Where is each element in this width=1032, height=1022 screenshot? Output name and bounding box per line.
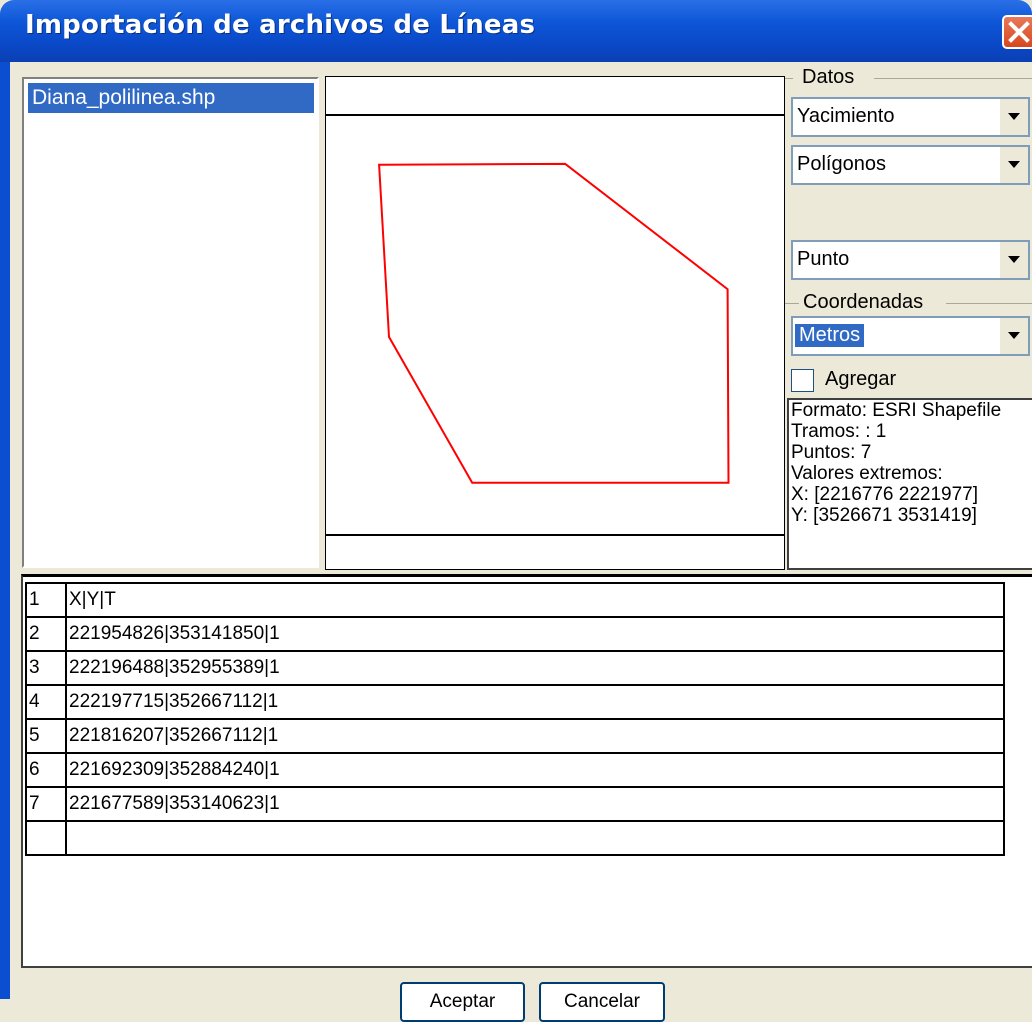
file-list-item[interactable]: Diana_polilinea.shp <box>28 83 314 113</box>
grid-table: 1 X|Y|T 2 221954826|353141850|1 3 222196488… <box>25 582 1005 856</box>
datos-group-line <box>785 78 793 79</box>
yacimiento-combo[interactable]: Yacimiento <box>791 97 1030 137</box>
cancelar-button[interactable]: Cancelar <box>539 982 665 1022</box>
row-number: 6 <box>25 752 67 788</box>
table-row[interactable]: 7 221677589|353140623|1 <box>25 786 1005 822</box>
shape-preview <box>325 76 785 570</box>
chevron-down-icon <box>1008 113 1020 120</box>
chevron-down-icon <box>1008 256 1020 263</box>
row-value[interactable]: 222197715|352667112|1 <box>65 684 1005 720</box>
info-x-range: X: [2216776 2221977] <box>791 484 979 505</box>
info-formato: Formato: ESRI Shapefile <box>791 400 1002 421</box>
row-number: 4 <box>25 684 67 720</box>
row-number: 3 <box>25 650 67 686</box>
coordenadas-combo[interactable]: Metros <box>791 316 1030 356</box>
table-row[interactable]: 4 222197715|352667112|1 <box>25 684 1005 720</box>
row-value[interactable]: 221954826|353141850|1 <box>65 616 1005 652</box>
row-number: 2 <box>25 616 67 652</box>
info-valores: Valores extremos: <box>791 463 943 484</box>
table-row[interactable]: 6 221692309|352884240|1 <box>25 752 1005 788</box>
row-value[interactable]: 221816207|352667112|1 <box>65 718 1005 754</box>
combo-value: Punto <box>797 248 850 270</box>
row-number <box>25 820 67 856</box>
datos-group-line-right <box>874 78 1032 79</box>
coordenadas-group-line-right <box>946 303 1032 304</box>
poligonos-combo[interactable]: Polígonos <box>791 145 1030 185</box>
info-y-range: Y: [3526671 3531419] <box>791 505 977 526</box>
close-button[interactable] <box>1002 15 1032 49</box>
row-value[interactable]: 221677589|353140623|1 <box>65 786 1005 822</box>
polygon-canvas <box>378 162 730 484</box>
coordenadas-group-line <box>785 303 799 304</box>
window-title: Importación de archivos de Líneas <box>25 10 536 40</box>
row-value[interactable]: X|Y|T <box>65 582 1005 618</box>
info-tramos: Tramos: : 1 <box>791 421 887 442</box>
row-number: 7 <box>25 786 67 822</box>
row-value[interactable] <box>65 820 1005 856</box>
table-row[interactable]: 2 221954826|353141850|1 <box>25 616 1005 652</box>
combo-dropdown-button[interactable] <box>998 318 1028 354</box>
table-row[interactable]: 5 221816207|352667112|1 <box>25 718 1005 754</box>
row-value[interactable]: 222196488|352955389|1 <box>65 650 1005 686</box>
aceptar-button[interactable]: Aceptar <box>400 982 525 1022</box>
agregar-label: Agregar <box>825 368 897 390</box>
punto-combo[interactable]: Punto <box>791 240 1030 280</box>
combo-dropdown-button[interactable] <box>998 242 1028 278</box>
combo-dropdown-button[interactable] <box>998 99 1028 135</box>
agregar-checkbox[interactable] <box>791 369 814 392</box>
table-row[interactable] <box>25 820 1005 856</box>
coordenadas-group-label: Coordenadas <box>801 291 926 314</box>
row-number: 5 <box>25 718 67 754</box>
datos-group-label: Datos <box>800 66 857 89</box>
info-box: Formato: ESRI Shapefile Tramos: : 1 Punt… <box>787 398 1032 570</box>
combo-value: Yacimiento <box>797 105 895 127</box>
table-row[interactable]: 3 222196488|352955389|1 <box>25 650 1005 686</box>
file-list[interactable]: Diana_polilinea.shp <box>22 77 319 568</box>
info-puntos: Puntos: 7 <box>791 442 872 463</box>
row-value[interactable]: 221692309|352884240|1 <box>65 752 1005 788</box>
close-icon <box>1008 21 1030 43</box>
chevron-down-icon <box>1008 161 1020 168</box>
chevron-down-icon <box>1008 332 1020 339</box>
window-frame-left <box>0 62 10 999</box>
combo-value: Metros <box>793 323 866 348</box>
data-grid[interactable]: 1 X|Y|T 2 221954826|353141850|1 3 222196488… <box>21 574 1032 968</box>
combo-dropdown-button[interactable] <box>998 147 1028 183</box>
polygon-shape <box>378 162 730 484</box>
title-bar: Importación de archivos de Líneas <box>0 0 1032 62</box>
row-number: 1 <box>25 582 67 618</box>
table-row[interactable]: 1 X|Y|T <box>25 582 1005 618</box>
combo-value: Polígonos <box>797 153 886 175</box>
